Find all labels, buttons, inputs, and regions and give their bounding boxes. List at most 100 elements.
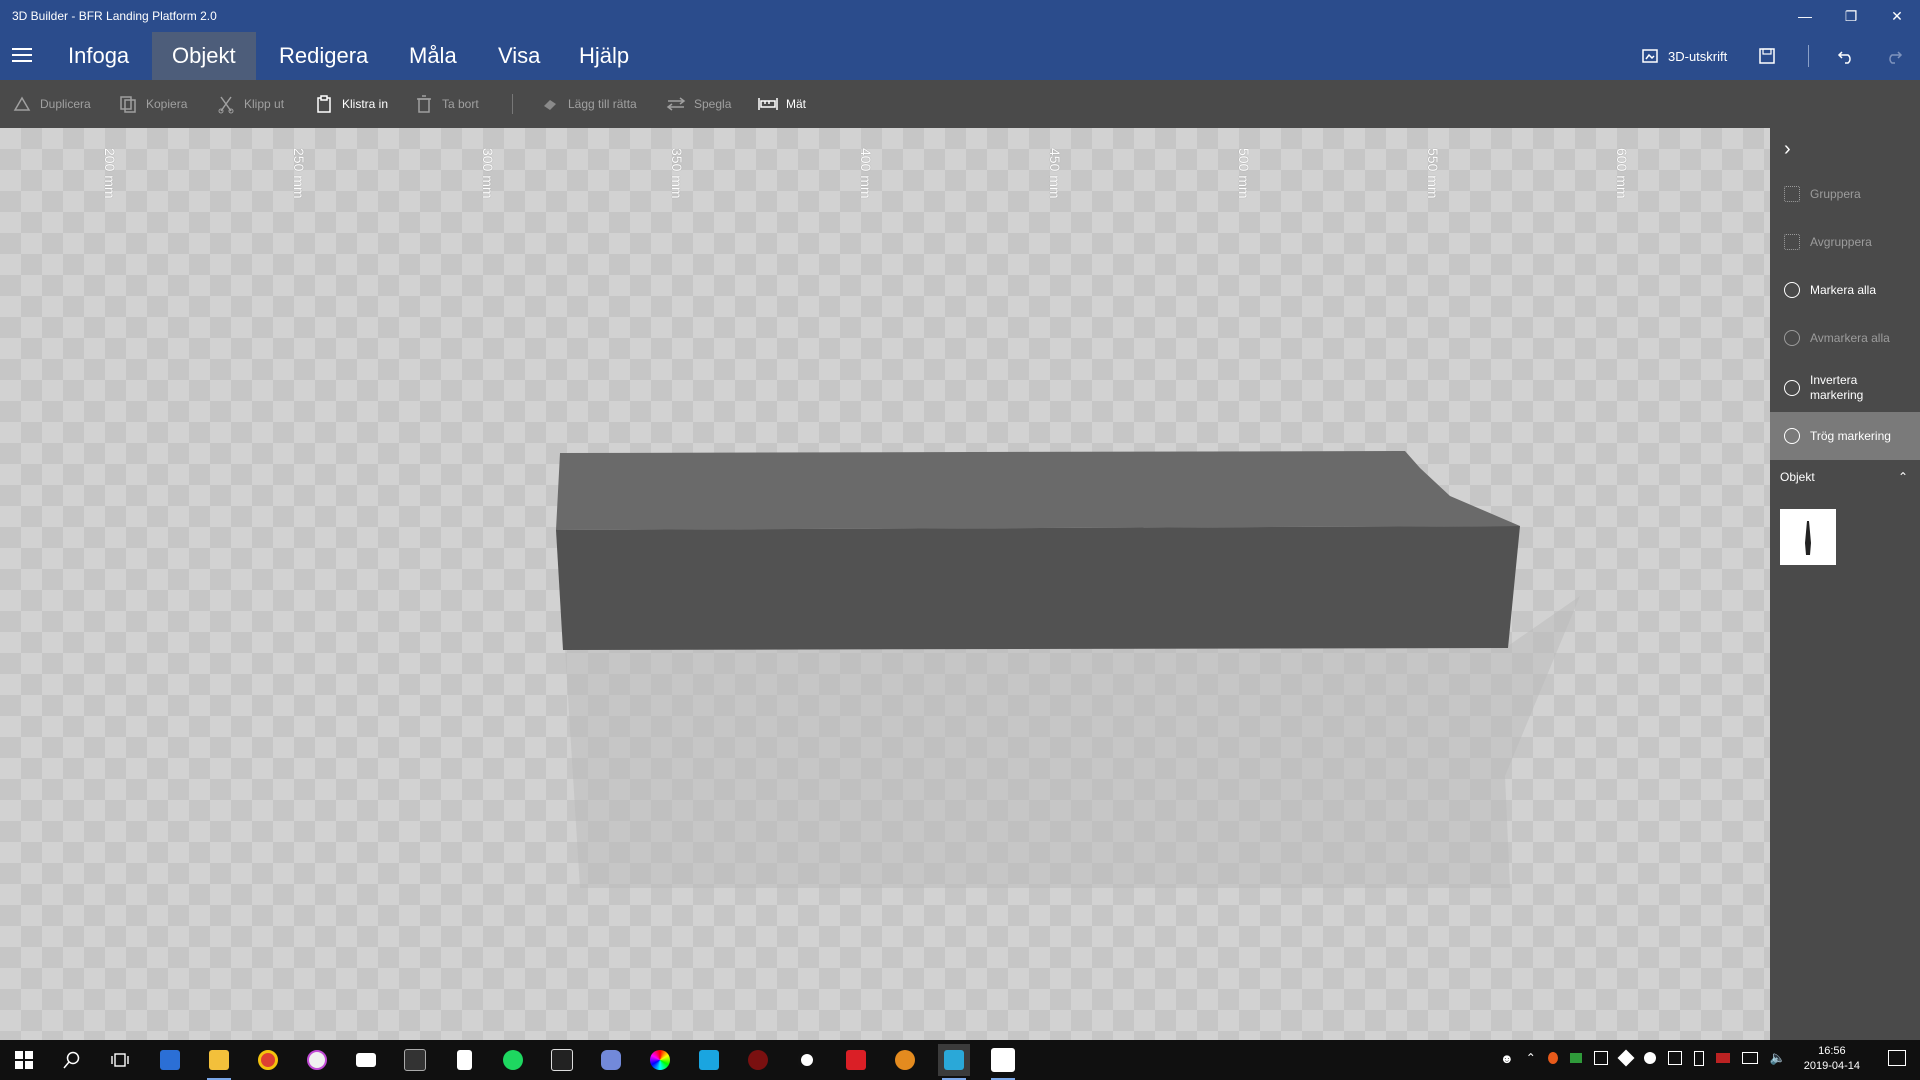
steam-icon — [797, 1050, 817, 1070]
duplicate-icon — [13, 96, 31, 111]
ssd-icon — [404, 1049, 426, 1071]
taskbar-itunes[interactable] — [301, 1044, 333, 1076]
taskbar-clock[interactable]: 16:56 2019-04-14 — [1804, 1044, 1860, 1074]
system-tray: ☻ ⌃ 🔈 — [1500, 1049, 1786, 1067]
windows-taskbar: ☻ ⌃ 🔈 16:56 2019-04-14 — [0, 1040, 1920, 1080]
taskbar-chrome[interactable] — [252, 1044, 284, 1076]
epic-tray-icon[interactable] — [1667, 1051, 1682, 1065]
folder-icon — [209, 1050, 229, 1070]
photos-icon — [991, 1048, 1015, 1072]
invert-selection-button[interactable]: Invertera markering — [1770, 364, 1920, 412]
printer-icon — [1642, 49, 1658, 63]
taskbar-steam[interactable] — [791, 1044, 823, 1076]
paste-button[interactable]: Klistra in — [314, 80, 388, 128]
duplicate-button[interactable]: Duplicera — [12, 80, 91, 128]
taskbar-creative-cloud[interactable] — [840, 1044, 872, 1076]
taskbar-photos[interactable] — [987, 1044, 1019, 1080]
task-view-icon — [111, 1053, 129, 1067]
epic-games-icon — [551, 1049, 573, 1071]
chevron-up-icon[interactable]: ⌃ — [1526, 1051, 1536, 1065]
select-all-button[interactable]: Markera alla — [1770, 272, 1920, 308]
ungroup-button[interactable]: Avgruppera — [1770, 224, 1920, 260]
taskbar-chrome-canary[interactable] — [889, 1044, 921, 1076]
object-thumbnail-image — [1805, 521, 1811, 555]
taskbar-msi-afterburner[interactable] — [742, 1044, 774, 1076]
mirror-button[interactable]: Spegla — [666, 80, 731, 128]
redo-button[interactable] — [1884, 32, 1904, 80]
tray-app-icon[interactable] — [1715, 1053, 1730, 1063]
taskbar-file-explorer[interactable] — [203, 1044, 235, 1080]
3d-viewport[interactable]: 200 mm 250 mm 300 mm 350 mm 400 mm 450 m… — [0, 128, 1770, 1040]
taskbar-razer[interactable] — [644, 1044, 676, 1076]
measure-button[interactable]: Mät — [758, 80, 806, 128]
invert-selection-icon — [1784, 380, 1800, 396]
group-button[interactable]: Gruppera — [1770, 176, 1920, 212]
cut-button[interactable]: Klipp ut — [216, 80, 284, 128]
network-icon[interactable] — [1741, 1052, 1758, 1064]
divider — [1808, 32, 1809, 80]
ungroup-icon — [1784, 234, 1800, 250]
tab-mala[interactable]: Måla — [389, 32, 477, 80]
steam-tray-icon[interactable] — [1643, 1052, 1656, 1064]
taskbar-ccleaner[interactable] — [693, 1044, 725, 1076]
object-thumbnail[interactable] — [1780, 509, 1836, 565]
objects-header[interactable]: Objekt ⌃ — [1780, 470, 1908, 484]
mail-icon — [356, 1053, 376, 1067]
settle-button[interactable]: Lägg till rätta — [540, 80, 637, 128]
tray-app-icon[interactable] — [1617, 1049, 1635, 1067]
nvidia-icon[interactable] — [1569, 1053, 1582, 1063]
window-title: 3D Builder - BFR Landing Platform 2.0 — [12, 9, 217, 23]
battery-icon[interactable] — [1693, 1050, 1704, 1066]
tab-hjalp[interactable]: Hjälp — [559, 32, 649, 80]
3d-model[interactable] — [0, 128, 1770, 1040]
notifications-icon[interactable] — [1888, 1050, 1906, 1066]
ccleaner-icon — [699, 1050, 719, 1070]
taskbar-notepad[interactable] — [448, 1044, 480, 1076]
taskbar-epic-games[interactable] — [546, 1044, 578, 1076]
3d-print-button[interactable]: 3D-utskrift — [1640, 32, 1727, 80]
close-button[interactable]: ✕ — [1874, 0, 1920, 32]
hamburger-menu-icon[interactable] — [10, 44, 34, 68]
taskbar-spotify[interactable] — [497, 1044, 529, 1076]
spotify-icon — [503, 1050, 523, 1070]
undo-button[interactable] — [1836, 32, 1856, 80]
delete-button[interactable]: Ta bort — [414, 80, 479, 128]
notepad-icon — [456, 1050, 472, 1070]
tab-objekt[interactable]: Objekt — [152, 32, 256, 80]
chevron-up-icon[interactable]: ⌃ — [1898, 470, 1908, 484]
taskbar-ssd-tool[interactable] — [399, 1044, 431, 1076]
copy-button[interactable]: Kopiera — [118, 80, 187, 128]
clock-date: 2019-04-14 — [1803, 1060, 1860, 1072]
cut-icon — [218, 96, 234, 114]
search-button[interactable] — [56, 1044, 88, 1076]
restore-button[interactable]: ❐ — [1828, 0, 1874, 32]
afterburner-icon — [748, 1050, 768, 1070]
3d-print-label: 3D-utskrift — [1668, 48, 1728, 64]
taskbar-3d-builder[interactable] — [938, 1044, 970, 1080]
deselect-all-button[interactable]: Avmarkera alla — [1770, 320, 1920, 356]
deselect-all-icon — [1784, 330, 1800, 346]
clock-time: 16:56 — [1818, 1045, 1846, 1057]
collapse-chevron-icon[interactable]: › — [1784, 138, 1791, 161]
tab-infoga[interactable]: Infoga — [48, 32, 149, 80]
soft-selection-button[interactable]: Trög markering — [1770, 412, 1920, 460]
start-button[interactable] — [8, 1044, 40, 1076]
undo-icon — [1837, 51, 1851, 64]
measure-icon — [758, 98, 778, 110]
task-view-button[interactable] — [104, 1044, 136, 1076]
taskbar-store[interactable] — [154, 1044, 186, 1076]
people-icon[interactable]: ☻ — [1500, 1051, 1514, 1066]
tab-redigera[interactable]: Redigera — [259, 32, 388, 80]
3d-builder-icon — [944, 1050, 964, 1070]
minimize-button[interactable]: — — [1782, 0, 1828, 32]
title-bar: 3D Builder - BFR Landing Platform 2.0 — … — [0, 0, 1920, 32]
save-button[interactable] — [1757, 32, 1777, 80]
chrome-canary-icon — [895, 1050, 915, 1070]
volume-icon[interactable]: 🔈 — [1770, 1050, 1786, 1066]
tab-visa[interactable]: Visa — [478, 32, 560, 80]
taskbar-mail[interactable] — [350, 1044, 382, 1076]
taskbar-discord[interactable] — [595, 1044, 627, 1076]
toolbar-divider — [512, 94, 513, 114]
tray-app-icon[interactable] — [1593, 1051, 1608, 1065]
tray-app-icon[interactable] — [1547, 1052, 1558, 1064]
